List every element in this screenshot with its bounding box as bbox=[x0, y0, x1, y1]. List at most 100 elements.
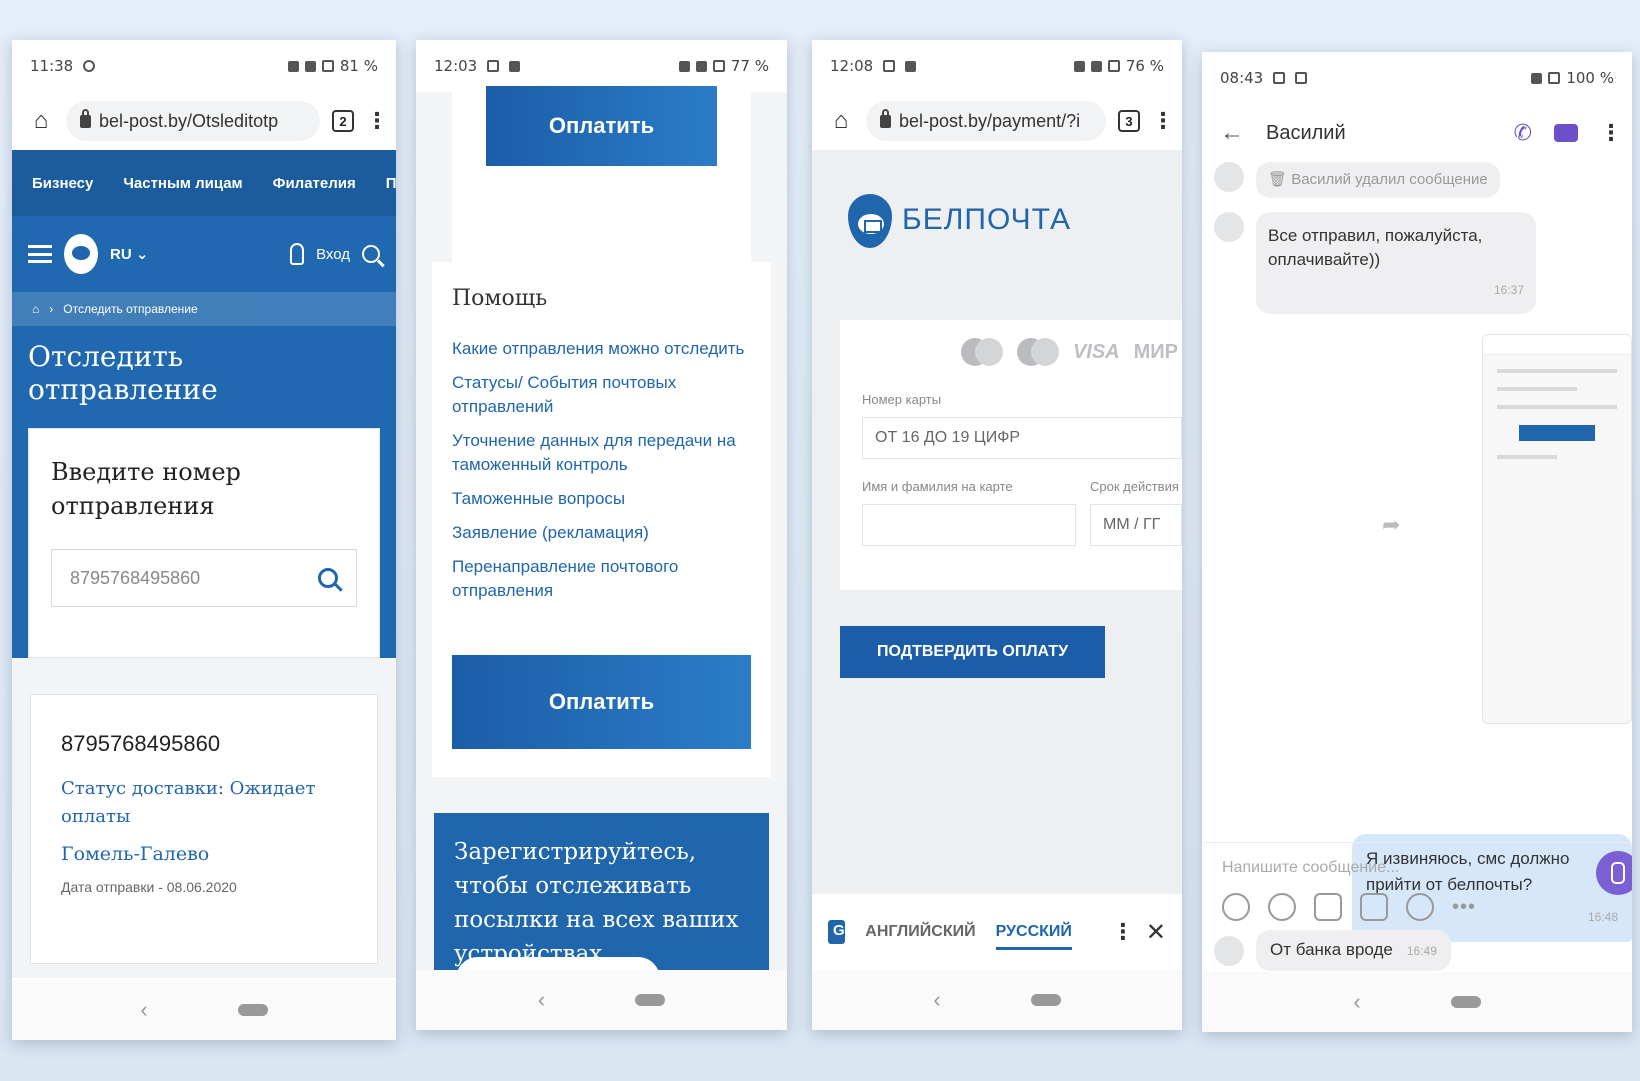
back-chevron-icon[interactable]: ‹ bbox=[538, 987, 545, 1013]
phone-screen-help: 12:03 77 % Оплатить Помощь Какие отправл… bbox=[416, 40, 787, 1030]
contact-share-icon[interactable] bbox=[1406, 893, 1434, 921]
login-link[interactable]: Вход bbox=[316, 246, 350, 263]
belpost-logo-icon[interactable] bbox=[64, 234, 98, 274]
battery-icon bbox=[1107, 60, 1120, 72]
translate-russian-tab[interactable]: РУССКИЙ bbox=[995, 914, 1072, 950]
menu-item-individuals[interactable]: Частным лицам bbox=[123, 175, 242, 192]
search-icon[interactable] bbox=[318, 568, 338, 588]
home-pill[interactable] bbox=[237, 1004, 268, 1016]
card-number-label: Номер карты bbox=[862, 392, 942, 407]
pay-button[interactable]: Оплатить bbox=[486, 86, 717, 166]
more-menu-icon[interactable]: ⋮ bbox=[1600, 120, 1622, 146]
url-text: bel-post.by/payment/?i bbox=[899, 110, 1081, 131]
url-text: bel-post.by/Otsleditotp bbox=[99, 110, 279, 131]
battery-icon bbox=[321, 60, 334, 72]
help-link-redirect[interactable]: Перенаправление почтового отправления bbox=[452, 555, 751, 603]
result-route: Гомель-Галево bbox=[61, 843, 210, 865]
menu-item-philately[interactable]: Филателия bbox=[273, 175, 356, 192]
message-input[interactable]: Напишите сообщение... bbox=[1222, 859, 1612, 877]
menu-item-business[interactable]: Бизнесу bbox=[32, 175, 93, 192]
home-icon[interactable]: ⌂ bbox=[828, 107, 854, 135]
help-link-trackable[interactable]: Какие отправления можно отследить bbox=[452, 337, 751, 361]
avatar bbox=[1214, 212, 1244, 242]
help-link-customs-data[interactable]: Уточнение данных для передачи на таможен… bbox=[452, 429, 751, 477]
language-selector[interactable]: RU ⌄ bbox=[110, 245, 148, 263]
tracking-number-input[interactable]: 8795768495860 bbox=[51, 549, 357, 607]
sticker-icon[interactable] bbox=[1222, 893, 1250, 921]
back-chevron-icon[interactable]: ‹ bbox=[140, 997, 147, 1023]
screenshot-attachment[interactable] bbox=[1482, 334, 1632, 724]
phone-screen-payment: 12:08 76 % ⌂ bel-post.by/payment/?i 3 ⋮ … bbox=[812, 40, 1182, 1030]
more-menu-icon[interactable]: ⋮ bbox=[366, 108, 388, 134]
android-navbar: ‹ bbox=[12, 980, 396, 1040]
menu-item-more[interactable]: По bbox=[386, 175, 396, 192]
card-number-placeholder: ОТ 16 ДО 19 ЦИФР bbox=[875, 429, 1021, 446]
status-bar: 12:08 76 % bbox=[812, 40, 1182, 92]
chevron-right-icon: › bbox=[49, 302, 54, 316]
address-bar[interactable]: bel-post.by/payment/?i bbox=[866, 101, 1106, 141]
help-link-customs-questions[interactable]: Таможенные вопросы bbox=[452, 487, 751, 511]
home-pill[interactable] bbox=[635, 994, 666, 1006]
battery-icon bbox=[1548, 72, 1561, 84]
message-composer: Напишите сообщение... ••• bbox=[1202, 842, 1632, 972]
lock-icon bbox=[880, 108, 891, 128]
breadcrumb: ⌂ › Отследить отправление bbox=[12, 292, 396, 326]
breadcrumb-current: Отследить отправление bbox=[63, 302, 198, 316]
camera-icon[interactable] bbox=[1314, 893, 1342, 921]
register-text: Зарегистрируйтесь, чтобы отслеживать пос… bbox=[454, 839, 739, 967]
address-bar[interactable]: bel-post.by/Otsleditotp bbox=[66, 101, 320, 141]
status-bar: 11:38 81 % bbox=[12, 40, 396, 92]
home-pill[interactable] bbox=[1030, 994, 1061, 1006]
payment-card-top: Оплатить bbox=[452, 86, 751, 262]
expiry-input[interactable]: ММ / ГГ bbox=[1090, 504, 1182, 546]
confirm-payment-button[interactable]: ПОДТВЕРДИТЬ ОПЛАТУ bbox=[840, 626, 1105, 678]
phone-call-icon[interactable]: ✆ bbox=[1514, 120, 1532, 146]
home-icon[interactable]: ⌂ bbox=[28, 107, 54, 135]
translate-english-tab[interactable]: АНГЛИЙСКИЙ bbox=[865, 923, 975, 941]
signal-icon bbox=[695, 60, 707, 72]
wifi-icon bbox=[287, 60, 299, 72]
back-arrow-icon[interactable]: ← bbox=[1220, 119, 1244, 147]
page-title: Отследить отправление bbox=[28, 340, 218, 406]
help-section: Помощь Какие отправления можно отследить… bbox=[432, 262, 771, 777]
hamburger-menu-icon[interactable] bbox=[28, 245, 52, 263]
battery-icon bbox=[712, 60, 725, 72]
site-header: RU ⌄ Вход bbox=[12, 216, 396, 292]
more-menu-icon[interactable]: ⋮ bbox=[1152, 108, 1174, 134]
pay-button-2[interactable]: Оплатить bbox=[452, 655, 751, 749]
video-call-icon[interactable] bbox=[1554, 124, 1578, 142]
phone-screen-chat: 08:43 100 % ← Василий ✆ ⋮ 🗑 Василий удал… bbox=[1202, 52, 1632, 1032]
home-pill[interactable] bbox=[1450, 996, 1481, 1008]
video-icon bbox=[905, 60, 917, 72]
cardholder-input[interactable] bbox=[862, 504, 1076, 546]
translate-more-icon[interactable]: ⋮ bbox=[1112, 919, 1134, 945]
microphone-button[interactable] bbox=[1596, 851, 1632, 895]
whatsapp-icon bbox=[83, 60, 96, 72]
mastercard-icon bbox=[960, 338, 1003, 366]
tabs-count-button[interactable]: 3 bbox=[1118, 110, 1140, 132]
status-bar: 08:43 100 % bbox=[1202, 52, 1632, 104]
composer-toolbar: ••• bbox=[1222, 893, 1612, 921]
house-icon[interactable]: ⌂ bbox=[32, 302, 39, 316]
gif-icon[interactable] bbox=[1360, 893, 1388, 921]
close-icon[interactable]: ✕ bbox=[1146, 918, 1166, 947]
message-bubble[interactable]: Все отправил, пожалуйста, оплачивайте)) … bbox=[1256, 212, 1536, 314]
more-options-icon[interactable]: ••• bbox=[1452, 896, 1476, 919]
back-chevron-icon[interactable]: ‹ bbox=[1353, 989, 1360, 1015]
help-link-claim[interactable]: Заявление (рекламация) bbox=[452, 521, 751, 545]
share-icon[interactable]: ➦ bbox=[1382, 512, 1400, 538]
tracking-form-wrap: Введите номер отправления 8795768495860 bbox=[12, 428, 396, 658]
expiry-placeholder: ММ / ГГ bbox=[1103, 516, 1161, 533]
card-number-input[interactable]: ОТ 16 ДО 19 ЦИФР bbox=[862, 417, 1182, 459]
mir-logo: МИР bbox=[1133, 340, 1178, 363]
search-icon[interactable] bbox=[362, 245, 380, 263]
emoji-icon[interactable] bbox=[1268, 893, 1296, 921]
back-chevron-icon[interactable]: ‹ bbox=[933, 987, 940, 1013]
belpost-logo-icon bbox=[842, 188, 896, 252]
user-icon[interactable] bbox=[290, 243, 305, 265]
status-time: 12:08 bbox=[830, 57, 874, 75]
mail-icon bbox=[1295, 72, 1308, 84]
tabs-count-button[interactable]: 2 bbox=[332, 110, 354, 132]
help-link-statuses[interactable]: Статусы/ События почтовых отправлений bbox=[452, 371, 751, 419]
contact-name[interactable]: Василий bbox=[1266, 122, 1492, 145]
